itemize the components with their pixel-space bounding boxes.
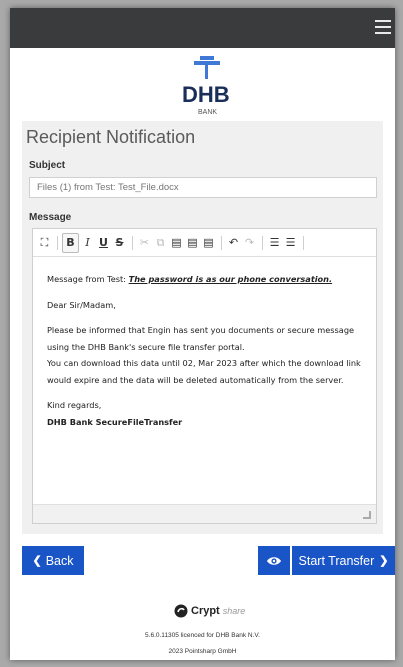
notification-card: Recipient Notification Subject Message ⛶… — [22, 121, 383, 534]
app-window: DHB BANK Recipient Notification Subject … — [10, 8, 395, 660]
preview-button[interactable] — [258, 546, 290, 575]
redo-icon[interactable]: ↷ — [242, 234, 257, 252]
svg-text:DHB: DHB — [182, 82, 230, 107]
undo-icon[interactable]: ↶ — [226, 234, 241, 252]
message-body[interactable]: Message from Test: The password is as ou… — [47, 271, 367, 430]
editor-toolbar: ⛶ B I U S ✂ ⧉ ▤ ▤ ▤ ↶ ↷ ☰ ☰ — [33, 229, 376, 257]
subject-input[interactable] — [29, 177, 377, 198]
signature: DHB Bank SecureFileTransfer — [47, 416, 183, 427]
start-transfer-label: Start Transfer — [298, 553, 375, 568]
svg-text:BANK: BANK — [198, 109, 217, 116]
cryptshare-icon — [174, 604, 188, 618]
copy-icon[interactable]: ⧉ — [153, 234, 168, 252]
editor-statusbar — [33, 504, 376, 523]
top-bar — [10, 8, 395, 48]
numbered-list-icon[interactable]: ☰ — [267, 234, 282, 252]
paste-text-icon[interactable]: ▤ — [185, 234, 200, 252]
cut-icon[interactable]: ✂ — [137, 234, 152, 252]
paste-word-icon[interactable]: ▤ — [201, 234, 216, 252]
menu-icon[interactable] — [375, 20, 391, 34]
brand-sub: share — [222, 606, 246, 616]
paste-icon[interactable]: ▤ — [169, 234, 184, 252]
page-title: Recipient Notification — [26, 127, 196, 147]
underline-icon[interactable]: U — [96, 234, 111, 252]
strikethrough-icon[interactable]: S — [112, 234, 127, 252]
password-note: The password is as our phone conversatio… — [128, 274, 333, 284]
italic-icon[interactable]: I — [80, 234, 95, 252]
paragraph-2-line-2: would expire and the data will be delete… — [47, 374, 344, 385]
paragraph-1-line-2: using the DHB Bank's secure file transfe… — [47, 341, 245, 352]
brand-main: Crypt — [191, 605, 220, 617]
bulleted-list-icon[interactable]: ☰ — [283, 234, 298, 252]
start-transfer-button[interactable]: Start Transfer ❯ — [292, 546, 395, 575]
message-label: Message — [29, 212, 72, 223]
message-intro: Message from Test: — [47, 274, 129, 284]
paragraph-2-line-1: You can download this data until 02, Mar… — [47, 358, 361, 368]
chevron-right-icon: ❯ — [379, 555, 389, 567]
chevron-left-icon: ❮ — [32, 555, 42, 567]
message-editor[interactable]: ⛶ B I U S ✂ ⧉ ▤ ▤ ▤ ↶ ↷ ☰ ☰ Message from… — [32, 228, 377, 524]
closing: Kind regards, — [47, 400, 102, 410]
eye-icon — [267, 556, 281, 565]
bold-icon[interactable]: B — [62, 232, 79, 253]
back-button-label: Back — [45, 553, 74, 568]
paragraph-1-line-1: Please be informed that Engin has sent y… — [47, 325, 355, 335]
maximize-icon[interactable]: ⛶ — [37, 234, 52, 252]
resize-handle-icon[interactable] — [363, 511, 371, 519]
greeting: Dear Sir/Madam, — [47, 299, 116, 310]
copyright-text: 2023 Pointsharp GmbH — [168, 648, 237, 655]
bank-logo: DHB BANK — [176, 56, 236, 122]
cryptshare-logo: Crypt share — [174, 604, 245, 618]
back-button[interactable]: ❮ Back — [22, 546, 84, 575]
message-intro-line: Message from Test: The password is as ou… — [47, 271, 367, 288]
subject-label: Subject — [29, 160, 66, 171]
version-text: 5.6.0.11305 licenced for DHB Bank N.V. — [145, 632, 260, 639]
